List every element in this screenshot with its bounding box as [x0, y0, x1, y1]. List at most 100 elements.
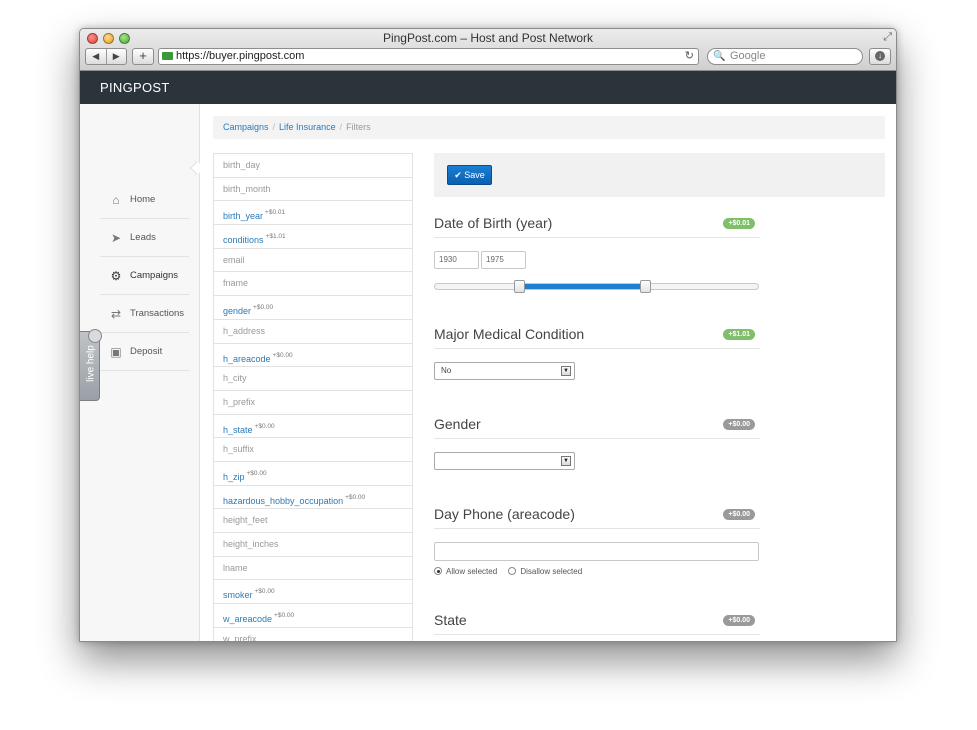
slider-handle-max[interactable]	[639, 280, 651, 293]
window-title: PingPost.com – Host and Post Network	[382, 31, 594, 45]
field-price: +$0.00	[246, 469, 267, 477]
filter-title: Major Medical Condition	[434, 326, 760, 349]
field-name: birth_day	[223, 160, 261, 170]
sidebar-item-leads[interactable]: ➤ Leads	[100, 219, 189, 257]
field-price: +$0.00	[254, 588, 275, 596]
brand-logo[interactable]: PINGPOST	[100, 80, 170, 95]
save-bar: ✔ Save	[434, 153, 885, 197]
breadcrumb-life-insurance[interactable]: Life Insurance	[279, 122, 336, 132]
field-price: +$0.01	[265, 209, 286, 217]
filter-date-of-birth: Date of Birth (year) +$0.01 1930 1975	[434, 215, 760, 293]
back-button[interactable]: ◀	[86, 49, 106, 64]
allow-selected-radio[interactable]	[434, 567, 442, 575]
field-name[interactable]: h_zip	[223, 472, 245, 482]
allow-selected-label[interactable]: Allow selected	[446, 567, 497, 576]
field-price: +$0.00	[272, 351, 293, 359]
new-tab-button[interactable]: +	[132, 48, 154, 65]
field-list-item[interactable]: conditions +$1.01	[214, 225, 412, 249]
browser-window: PingPost.com – Host and Post Network ⤢ ◀…	[79, 28, 897, 642]
areacode-input[interactable]	[434, 542, 759, 561]
save-label: Save	[464, 170, 485, 180]
slider-selected-range	[518, 284, 645, 289]
field-price: +$1.01	[265, 233, 286, 241]
sidebar-item-label: Home	[130, 194, 156, 205]
price-badge: +$0.00	[723, 419, 755, 430]
money-icon: ▣	[110, 345, 122, 359]
secure-lock-icon	[162, 52, 173, 60]
field-name: h_prefix	[223, 396, 256, 407]
field-name: email	[223, 254, 245, 265]
filter-title: Gender	[434, 416, 760, 439]
field-list-item[interactable]: w_areacode +$0.00	[214, 604, 412, 628]
search-input[interactable]: 🔍 Google	[707, 48, 863, 65]
field-list-item: email	[214, 249, 412, 273]
filter-gender: Gender +$0.00 ▼	[434, 416, 760, 470]
back-forward-buttons: ◀ ▶	[85, 48, 127, 65]
sidebar-item-deposit[interactable]: ▣ Deposit	[100, 333, 189, 371]
search-placeholder: Google	[730, 50, 766, 62]
filter-title: State	[434, 612, 760, 635]
year-to-input[interactable]: 1975	[481, 251, 526, 269]
fullscreen-icon[interactable]: ⤢	[883, 31, 892, 44]
field-list-item: height_feet	[214, 509, 412, 533]
price-badge: +$1.01	[723, 329, 755, 340]
field-price: +$0.00	[274, 612, 295, 620]
field-list-item[interactable]: hazardous_hobby_occupation +$0.00	[214, 486, 412, 510]
field-name[interactable]: smoker	[223, 590, 253, 600]
filter-state: State +$0.00	[434, 612, 760, 635]
medical-condition-select[interactable]: No ▼	[434, 362, 575, 380]
field-name[interactable]: h_areacode	[223, 354, 271, 364]
field-name: height_feet	[223, 515, 268, 526]
sidebar-item-transactions[interactable]: ⇄ Transactions	[100, 295, 189, 333]
save-button[interactable]: ✔ Save	[447, 165, 492, 185]
slider-handle-min[interactable]	[513, 280, 525, 293]
field-name[interactable]: h_state	[223, 425, 253, 435]
field-name: fname	[223, 278, 249, 289]
sidebar-item-label: Campaigns	[130, 270, 179, 281]
field-name: h_suffix	[223, 444, 254, 455]
forward-button[interactable]: ▶	[105, 49, 127, 64]
field-list-item: h_city	[214, 367, 412, 391]
breadcrumb-campaigns[interactable]: Campaigns	[223, 122, 269, 132]
filter-day-phone-areacode: Day Phone (areacode) +$0.00 Allow select…	[434, 506, 760, 576]
home-icon: ⌂	[112, 193, 120, 207]
field-price: +$0.00	[253, 304, 274, 312]
gender-select[interactable]: ▼	[434, 452, 575, 470]
reload-icon[interactable]: ↻	[685, 49, 694, 64]
live-help-knob[interactable]	[88, 329, 102, 343]
field-list-item: h_suffix	[214, 438, 412, 462]
field-list-item[interactable]: smoker +$0.00	[214, 580, 412, 605]
breadcrumb: Campaigns / Life Insurance / Filters	[213, 116, 885, 139]
field-list-item[interactable]: h_zip +$0.00	[214, 462, 412, 486]
sidebar-item-home[interactable]: ⌂ Home	[100, 181, 189, 219]
select-value: No	[441, 366, 452, 375]
exchange-icon: ⇄	[110, 307, 122, 321]
chevron-down-icon: ▼	[561, 456, 571, 466]
download-icon: ↓	[875, 51, 885, 61]
price-badge: +$0.00	[723, 509, 755, 520]
field-name[interactable]: gender	[223, 306, 251, 316]
field-name[interactable]: conditions	[223, 235, 264, 245]
year-range-slider[interactable]	[434, 280, 759, 293]
address-bar[interactable]: https://buyer.pingpost.com ↻	[158, 48, 699, 65]
field-list-item[interactable]: h_state +$0.00	[214, 415, 412, 439]
app-header: PINGPOST	[80, 71, 896, 104]
field-list-item[interactable]: gender +$0.00	[214, 296, 412, 320]
field-list-item[interactable]: h_areacode +$0.00	[214, 344, 412, 368]
field-list-item[interactable]: birth_year +$0.01	[214, 201, 412, 226]
field-name[interactable]: w_areacode	[223, 614, 272, 624]
breadcrumb-separator: /	[272, 122, 276, 132]
filter-major-medical-condition: Major Medical Condition +$1.01 No ▼	[434, 326, 760, 380]
field-name[interactable]: birth_year	[223, 211, 263, 221]
downloads-button[interactable]: ↓	[869, 48, 891, 65]
year-from-input[interactable]: 1930	[434, 251, 479, 269]
url-text: https://buyer.pingpost.com	[176, 50, 305, 62]
field-list-item: birth_month	[214, 178, 412, 202]
disallow-selected-label[interactable]: Disallow selected	[520, 567, 582, 576]
disallow-selected-radio[interactable]	[508, 567, 517, 575]
field-name: h_address	[223, 325, 266, 336]
gears-icon: ⚙	[110, 269, 122, 283]
field-list-item: h_prefix	[214, 391, 412, 415]
field-name[interactable]: hazardous_hobby_occupation	[223, 496, 343, 506]
sidebar-item-campaigns[interactable]: ⚙ Campaigns	[100, 257, 189, 295]
